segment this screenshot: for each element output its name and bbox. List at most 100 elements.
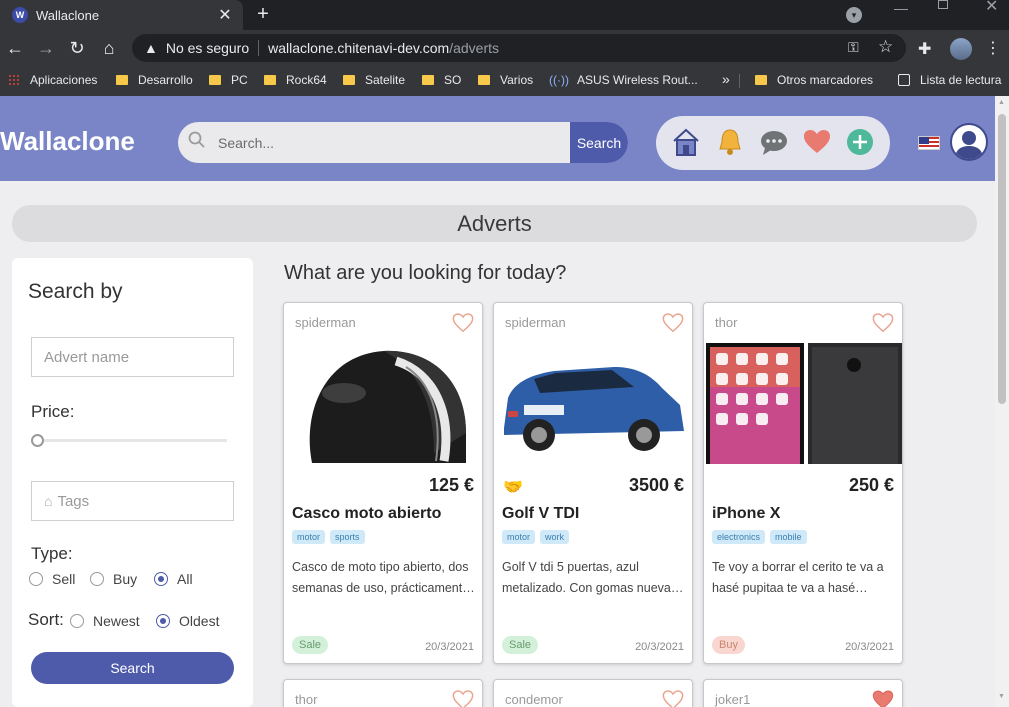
favorite-heart-filled-icon[interactable] [872,689,894,707]
add-advert-icon[interactable] [844,126,876,158]
search-input[interactable] [218,134,518,151]
key-icon[interactable]: ⚿ [848,39,859,56]
bookmark-asus[interactable]: ((·)) ASUS Wireless Rout... [549,73,698,87]
type-radio-sell[interactable]: Sell [29,571,75,587]
bookmark-apps[interactable]: Aplicaciones [8,73,97,87]
radio-button[interactable] [90,572,104,586]
advert-name[interactable]: Casco moto abierto [292,505,441,523]
tag-badge[interactable]: motor [292,530,326,544]
reading-list-icon [898,74,910,86]
tag-badge[interactable]: sports [330,530,365,544]
bookmark-so[interactable]: SO [422,73,461,87]
sort-radio-oldest[interactable]: Oldest [156,613,219,629]
radio-button[interactable] [70,614,84,628]
favorite-heart-icon[interactable] [662,312,684,334]
tag-badge[interactable]: mobile [770,530,807,544]
bookmark-varios[interactable]: Varios [478,73,533,87]
minimize-icon[interactable]: — [894,0,908,16]
tab-title: Wallaclone [36,7,100,23]
notifications-bell-icon[interactable] [714,126,746,158]
bookmark-pc[interactable]: PC [209,73,248,87]
reload-icon[interactable]: ↻ [67,37,87,59]
advert-name-input[interactable]: Advert name [31,337,234,377]
type-radio-buy[interactable]: Buy [90,571,137,587]
scroll-down-icon[interactable]: ▼ [998,693,1005,700]
type-radio-all[interactable]: All [154,571,193,587]
car-image [494,343,692,464]
favorite-heart-icon[interactable] [452,689,474,707]
advert-user[interactable]: condemor [505,692,563,707]
browser-toolbar: ← → ↻ ⌂ ▲ No es seguro wallaclone.chiten… [0,30,1009,66]
advert-user[interactable]: spiderman [505,315,566,330]
favorite-heart-icon[interactable] [872,312,894,334]
advert-name[interactable]: iPhone X [712,505,780,523]
advert-user[interactable]: joker1 [715,692,750,707]
favorite-heart-icon[interactable] [662,689,684,707]
page-scrollbar[interactable]: ▲ ▼ [995,96,1009,707]
favorite-heart-icon[interactable] [452,312,474,334]
address-bar[interactable]: ▲ No es seguro wallaclone.chitenavi-dev.… [132,34,906,62]
advert-description: Te voy a borrar el cerito te va a hasé p… [712,560,884,595]
price-slider-track[interactable] [37,439,227,442]
favorites-heart-icon[interactable] [801,126,833,158]
advert-card[interactable]: condemor [493,679,693,707]
user-avatar-icon[interactable] [950,123,988,161]
home-icon[interactable]: ⌂ [99,37,119,59]
header-search-button[interactable]: Search [570,122,628,163]
folder-icon [343,75,355,85]
not-secure-label[interactable]: No es seguro [166,40,249,56]
advert-user[interactable]: thor [295,692,317,707]
url-path[interactable]: /adverts [449,40,499,56]
advert-card[interactable]: spiderman 🤝 3500 € Golf V TDI motor work… [493,302,693,664]
bookmark-rock64[interactable]: Rock64 [264,73,327,87]
bookmark-star-icon[interactable]: ☆ [878,37,893,57]
scroll-up-icon[interactable]: ▲ [998,99,1005,106]
us-flag-icon[interactable] [918,136,940,150]
warning-icon[interactable]: ▲ [144,40,158,56]
more-bookmarks-icon[interactable]: » [722,71,730,87]
reading-list[interactable]: Lista de lectura [898,73,1001,87]
advert-user[interactable]: spiderman [295,315,356,330]
bookmark-satelite[interactable]: Satelite [343,73,405,87]
home-icon[interactable] [670,126,702,158]
tag-badge[interactable]: electronics [712,530,766,544]
maximize-icon[interactable] [938,0,948,9]
advert-card[interactable]: thor [283,679,483,707]
browser-tab[interactable]: W Wallaclone ✕ [0,0,243,30]
sidebar-search-button[interactable]: Search [31,652,234,684]
advert-user[interactable]: thor [715,315,737,330]
radio-button-selected[interactable] [154,572,168,586]
brand-logo[interactable]: Wallaclone [0,126,135,157]
radio-button[interactable] [29,572,43,586]
close-window-icon[interactable]: ✕ [985,0,998,16]
advert-image[interactable] [284,343,482,464]
tag-badge[interactable]: motor [502,530,536,544]
tag-badge[interactable]: work [540,530,570,544]
sort-radio-newest[interactable]: Newest [70,613,140,629]
radio-button-selected[interactable] [156,614,170,628]
tags-input[interactable]: ⌂ Tags [31,481,234,521]
price-slider-handle[interactable] [31,434,44,447]
advert-name[interactable]: Golf V TDI [502,505,579,523]
browser-menu-icon[interactable]: ⋮ [985,38,1001,58]
app-header: Wallaclone Search [0,96,995,181]
forward-icon[interactable]: → [36,37,56,59]
advert-image[interactable] [494,343,692,464]
bookmark-otros[interactable]: Otros marcadores [755,73,873,87]
advert-card[interactable]: joker1 [703,679,903,707]
scrollbar-thumb[interactable] [998,114,1006,404]
advert-card[interactable]: thor 250 € iPhone X electronics mobile T… [703,302,903,664]
url-host[interactable]: wallaclone.chitenavi-dev.com [268,40,449,56]
bookmark-desarrollo[interactable]: Desarrollo [116,73,193,87]
extensions-icon[interactable]: ✚ [918,39,931,59]
profile-icon[interactable] [950,38,972,60]
advert-type-badge: Sale [502,636,539,654]
back-icon[interactable]: ← [5,37,25,59]
tab-search-icon[interactable]: ▾ [846,7,862,23]
new-tab-icon[interactable]: + [252,3,274,26]
chat-icon[interactable] [758,126,790,158]
tab-close-icon[interactable]: ✕ [213,5,237,25]
advert-image[interactable] [704,343,902,464]
advert-card[interactable]: spiderman 125 € Casco moto abierto motor… [283,302,483,664]
wallaclone-favicon-icon: W [12,7,28,23]
